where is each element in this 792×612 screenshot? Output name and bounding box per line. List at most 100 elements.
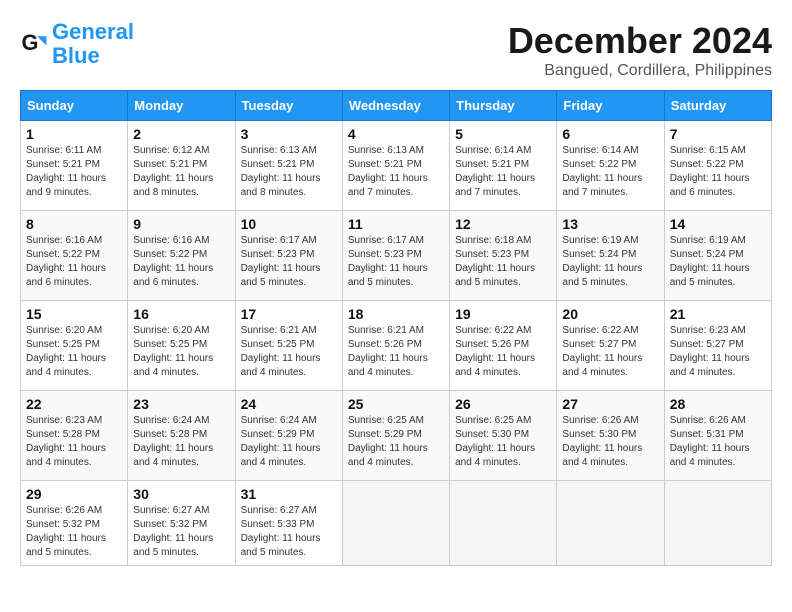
calendar-cell: 28 Sunrise: 6:26 AM Sunset: 5:31 PM Dayl… xyxy=(664,391,771,481)
day-info: Sunrise: 6:16 AM Sunset: 5:22 PM Dayligh… xyxy=(26,234,122,290)
calendar-cell: 21 Sunrise: 6:23 AM Sunset: 5:27 PM Dayl… xyxy=(664,301,771,391)
day-number: 2 xyxy=(133,126,229,142)
day-info: Sunrise: 6:13 AM Sunset: 5:21 PM Dayligh… xyxy=(348,144,444,200)
day-info: Sunrise: 6:21 AM Sunset: 5:25 PM Dayligh… xyxy=(241,324,337,380)
calendar-cell: 17 Sunrise: 6:21 AM Sunset: 5:25 PM Dayl… xyxy=(235,301,342,391)
day-number: 1 xyxy=(26,126,122,142)
day-number: 10 xyxy=(241,216,337,232)
calendar-cell: 24 Sunrise: 6:24 AM Sunset: 5:29 PM Dayl… xyxy=(235,391,342,481)
day-info: Sunrise: 6:26 AM Sunset: 5:31 PM Dayligh… xyxy=(670,414,766,470)
calendar-cell: 20 Sunrise: 6:22 AM Sunset: 5:27 PM Dayl… xyxy=(557,301,664,391)
day-number: 22 xyxy=(26,396,122,412)
calendar-cell xyxy=(450,481,557,566)
calendar-cell: 29 Sunrise: 6:26 AM Sunset: 5:32 PM Dayl… xyxy=(21,481,128,566)
day-number: 24 xyxy=(241,396,337,412)
day-info: Sunrise: 6:27 AM Sunset: 5:33 PM Dayligh… xyxy=(241,504,337,560)
day-number: 11 xyxy=(348,216,444,232)
day-number: 17 xyxy=(241,306,337,322)
day-number: 21 xyxy=(670,306,766,322)
calendar-cell: 7 Sunrise: 6:15 AM Sunset: 5:22 PM Dayli… xyxy=(664,121,771,211)
day-number: 26 xyxy=(455,396,551,412)
day-info: Sunrise: 6:20 AM Sunset: 5:25 PM Dayligh… xyxy=(133,324,229,380)
month-title: December 2024 xyxy=(508,20,772,62)
weekday-header: Saturday xyxy=(664,91,771,121)
day-number: 6 xyxy=(562,126,658,142)
calendar-cell: 15 Sunrise: 6:20 AM Sunset: 5:25 PM Dayl… xyxy=(21,301,128,391)
day-info: Sunrise: 6:21 AM Sunset: 5:26 PM Dayligh… xyxy=(348,324,444,380)
logo-icon: G xyxy=(20,30,48,58)
day-number: 7 xyxy=(670,126,766,142)
day-number: 16 xyxy=(133,306,229,322)
calendar-cell: 8 Sunrise: 6:16 AM Sunset: 5:22 PM Dayli… xyxy=(21,211,128,301)
calendar-cell: 26 Sunrise: 6:25 AM Sunset: 5:30 PM Dayl… xyxy=(450,391,557,481)
day-info: Sunrise: 6:27 AM Sunset: 5:32 PM Dayligh… xyxy=(133,504,229,560)
day-number: 3 xyxy=(241,126,337,142)
calendar-cell: 30 Sunrise: 6:27 AM Sunset: 5:32 PM Dayl… xyxy=(128,481,235,566)
calendar-cell: 6 Sunrise: 6:14 AM Sunset: 5:22 PM Dayli… xyxy=(557,121,664,211)
day-info: Sunrise: 6:23 AM Sunset: 5:28 PM Dayligh… xyxy=(26,414,122,470)
day-number: 28 xyxy=(670,396,766,412)
day-info: Sunrise: 6:17 AM Sunset: 5:23 PM Dayligh… xyxy=(241,234,337,290)
day-info: Sunrise: 6:23 AM Sunset: 5:27 PM Dayligh… xyxy=(670,324,766,380)
calendar-cell: 1 Sunrise: 6:11 AM Sunset: 5:21 PM Dayli… xyxy=(21,121,128,211)
weekday-header: Friday xyxy=(557,91,664,121)
day-number: 18 xyxy=(348,306,444,322)
weekday-header: Tuesday xyxy=(235,91,342,121)
calendar: SundayMondayTuesdayWednesdayThursdayFrid… xyxy=(20,90,772,566)
calendar-cell: 18 Sunrise: 6:21 AM Sunset: 5:26 PM Dayl… xyxy=(342,301,449,391)
calendar-cell: 31 Sunrise: 6:27 AM Sunset: 5:33 PM Dayl… xyxy=(235,481,342,566)
calendar-cell: 25 Sunrise: 6:25 AM Sunset: 5:29 PM Dayl… xyxy=(342,391,449,481)
day-number: 14 xyxy=(670,216,766,232)
calendar-cell: 5 Sunrise: 6:14 AM Sunset: 5:21 PM Dayli… xyxy=(450,121,557,211)
calendar-header: SundayMondayTuesdayWednesdayThursdayFrid… xyxy=(21,91,772,121)
calendar-cell: 27 Sunrise: 6:26 AM Sunset: 5:30 PM Dayl… xyxy=(557,391,664,481)
calendar-cell xyxy=(342,481,449,566)
day-info: Sunrise: 6:15 AM Sunset: 5:22 PM Dayligh… xyxy=(670,144,766,200)
day-info: Sunrise: 6:22 AM Sunset: 5:26 PM Dayligh… xyxy=(455,324,551,380)
page-header: G GeneralBlue December 2024 Bangued, Cor… xyxy=(20,20,772,80)
calendar-cell: 3 Sunrise: 6:13 AM Sunset: 5:21 PM Dayli… xyxy=(235,121,342,211)
day-info: Sunrise: 6:26 AM Sunset: 5:32 PM Dayligh… xyxy=(26,504,122,560)
calendar-cell: 9 Sunrise: 6:16 AM Sunset: 5:22 PM Dayli… xyxy=(128,211,235,301)
calendar-body: 1 Sunrise: 6:11 AM Sunset: 5:21 PM Dayli… xyxy=(21,121,772,566)
calendar-cell: 13 Sunrise: 6:19 AM Sunset: 5:24 PM Dayl… xyxy=(557,211,664,301)
day-info: Sunrise: 6:26 AM Sunset: 5:30 PM Dayligh… xyxy=(562,414,658,470)
day-info: Sunrise: 6:11 AM Sunset: 5:21 PM Dayligh… xyxy=(26,144,122,200)
day-info: Sunrise: 6:25 AM Sunset: 5:30 PM Dayligh… xyxy=(455,414,551,470)
day-number: 8 xyxy=(26,216,122,232)
day-info: Sunrise: 6:16 AM Sunset: 5:22 PM Dayligh… xyxy=(133,234,229,290)
calendar-cell: 16 Sunrise: 6:20 AM Sunset: 5:25 PM Dayl… xyxy=(128,301,235,391)
day-number: 20 xyxy=(562,306,658,322)
day-info: Sunrise: 6:12 AM Sunset: 5:21 PM Dayligh… xyxy=(133,144,229,200)
day-number: 15 xyxy=(26,306,122,322)
day-number: 29 xyxy=(26,486,122,502)
calendar-cell xyxy=(557,481,664,566)
day-info: Sunrise: 6:25 AM Sunset: 5:29 PM Dayligh… xyxy=(348,414,444,470)
calendar-cell xyxy=(664,481,771,566)
day-number: 4 xyxy=(348,126,444,142)
day-number: 30 xyxy=(133,486,229,502)
day-number: 23 xyxy=(133,396,229,412)
day-info: Sunrise: 6:24 AM Sunset: 5:28 PM Dayligh… xyxy=(133,414,229,470)
calendar-cell: 4 Sunrise: 6:13 AM Sunset: 5:21 PM Dayli… xyxy=(342,121,449,211)
title-block: December 2024 Bangued, Cordillera, Phili… xyxy=(508,20,772,80)
weekday-header: Wednesday xyxy=(342,91,449,121)
calendar-cell: 19 Sunrise: 6:22 AM Sunset: 5:26 PM Dayl… xyxy=(450,301,557,391)
day-info: Sunrise: 6:18 AM Sunset: 5:23 PM Dayligh… xyxy=(455,234,551,290)
day-info: Sunrise: 6:20 AM Sunset: 5:25 PM Dayligh… xyxy=(26,324,122,380)
calendar-cell: 10 Sunrise: 6:17 AM Sunset: 5:23 PM Dayl… xyxy=(235,211,342,301)
logo: G GeneralBlue xyxy=(20,20,134,68)
svg-text:G: G xyxy=(22,30,39,55)
day-number: 27 xyxy=(562,396,658,412)
calendar-cell: 12 Sunrise: 6:18 AM Sunset: 5:23 PM Dayl… xyxy=(450,211,557,301)
weekday-header: Thursday xyxy=(450,91,557,121)
day-info: Sunrise: 6:17 AM Sunset: 5:23 PM Dayligh… xyxy=(348,234,444,290)
calendar-cell: 22 Sunrise: 6:23 AM Sunset: 5:28 PM Dayl… xyxy=(21,391,128,481)
calendar-cell: 2 Sunrise: 6:12 AM Sunset: 5:21 PM Dayli… xyxy=(128,121,235,211)
day-number: 5 xyxy=(455,126,551,142)
day-info: Sunrise: 6:22 AM Sunset: 5:27 PM Dayligh… xyxy=(562,324,658,380)
day-info: Sunrise: 6:19 AM Sunset: 5:24 PM Dayligh… xyxy=(670,234,766,290)
day-info: Sunrise: 6:14 AM Sunset: 5:21 PM Dayligh… xyxy=(455,144,551,200)
day-number: 12 xyxy=(455,216,551,232)
day-info: Sunrise: 6:19 AM Sunset: 5:24 PM Dayligh… xyxy=(562,234,658,290)
